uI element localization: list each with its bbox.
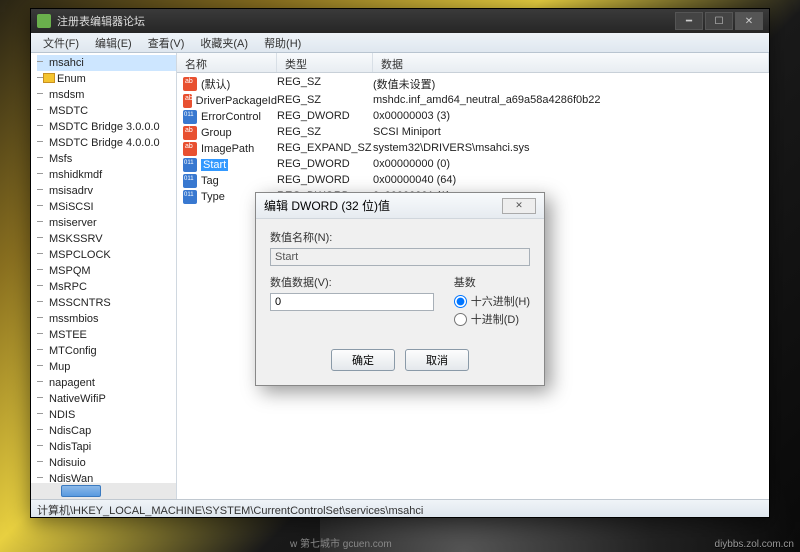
window-close-button[interactable]: ✕ bbox=[735, 12, 763, 30]
tree-scrollbar[interactable] bbox=[31, 483, 176, 499]
window-title: 注册表编辑器论坛 bbox=[57, 13, 145, 29]
watermark-2: w 第七城市 gcuen.com bbox=[290, 535, 392, 550]
menu-file[interactable]: 文件(F) bbox=[35, 33, 87, 52]
menu-edit[interactable]: 编辑(E) bbox=[87, 33, 140, 52]
tree-item[interactable]: MSTEE bbox=[37, 327, 176, 343]
list-header[interactable]: 名称 类型 数据 bbox=[177, 53, 769, 73]
tree-item[interactable]: MSDTC bbox=[37, 103, 176, 119]
minimize-button[interactable]: ━ bbox=[675, 12, 703, 30]
value-row[interactable]: ErrorControlREG_DWORD0x00000003 (3) bbox=[177, 109, 769, 125]
titlebar[interactable]: 注册表编辑器论坛 ━ ☐ ✕ bbox=[31, 9, 769, 33]
value-name-label: 数值名称(N): bbox=[270, 229, 530, 245]
maximize-button[interactable]: ☐ bbox=[705, 12, 733, 30]
tree-item[interactable]: MsRPC bbox=[37, 279, 176, 295]
value-name-field bbox=[270, 248, 530, 266]
registry-tree[interactable]: msahciEnummsdsmMSDTCMSDTC Bridge 3.0.0.0… bbox=[31, 53, 177, 499]
menu-view[interactable]: 查看(V) bbox=[140, 33, 193, 52]
value-row[interactable]: GroupREG_SZSCSI Miniport bbox=[177, 125, 769, 141]
tree-item[interactable]: MSDTC Bridge 3.0.0.0 bbox=[37, 119, 176, 135]
tree-item[interactable]: NativeWifiP bbox=[37, 391, 176, 407]
tree-item[interactable]: NdisTapi bbox=[37, 439, 176, 455]
tree-item[interactable]: napagent bbox=[37, 375, 176, 391]
col-name[interactable]: 名称 bbox=[177, 53, 277, 72]
tree-item[interactable]: mshidkmdf bbox=[37, 167, 176, 183]
value-row[interactable]: TagREG_DWORD0x00000040 (64) bbox=[177, 173, 769, 189]
watermark: diybbs.zol.com.cn bbox=[715, 539, 794, 550]
menu-help[interactable]: 帮助(H) bbox=[256, 33, 309, 52]
tree-item[interactable]: msdsm bbox=[37, 87, 176, 103]
menubar: 文件(F) 编辑(E) 查看(V) 收藏夹(A) 帮助(H) bbox=[31, 33, 769, 53]
dword-icon bbox=[183, 158, 197, 172]
col-type[interactable]: 类型 bbox=[277, 53, 373, 72]
tree-item[interactable]: NDIS bbox=[37, 407, 176, 423]
radio-dec[interactable]: 十进制(D) bbox=[454, 311, 530, 327]
menu-favorites[interactable]: 收藏夹(A) bbox=[192, 33, 256, 52]
dword-icon bbox=[183, 190, 197, 204]
string-icon bbox=[183, 142, 197, 156]
tree-item[interactable]: Enum bbox=[37, 71, 176, 87]
tree-item[interactable]: Mup bbox=[37, 359, 176, 375]
dword-icon bbox=[183, 110, 197, 124]
tree-item[interactable]: msisadrv bbox=[37, 183, 176, 199]
tree-item[interactable]: MSKSSRV bbox=[37, 231, 176, 247]
value-row[interactable]: ImagePathREG_EXPAND_SZsystem32\DRIVERS\m… bbox=[177, 141, 769, 157]
tree-item[interactable]: MSiSCSI bbox=[37, 199, 176, 215]
value-data-label: 数值数据(V): bbox=[270, 274, 434, 290]
dialog-close-button[interactable]: ✕ bbox=[502, 198, 536, 214]
tree-item[interactable]: msahci bbox=[37, 55, 176, 71]
radio-hex[interactable]: 十六进制(H) bbox=[454, 293, 530, 309]
app-icon bbox=[37, 14, 51, 28]
tree-item[interactable]: NdisCap bbox=[37, 423, 176, 439]
string-icon bbox=[183, 94, 192, 108]
dialog-title: 编辑 DWORD (32 位)值 bbox=[264, 197, 390, 214]
string-icon bbox=[183, 77, 197, 91]
value-row[interactable]: StartREG_DWORD0x00000000 (0) bbox=[177, 157, 769, 173]
base-label: 基数 bbox=[454, 274, 530, 290]
string-icon bbox=[183, 126, 197, 140]
edit-dword-dialog: 编辑 DWORD (32 位)值 ✕ 数值名称(N): 数值数据(V): 基数 … bbox=[255, 192, 545, 386]
cancel-button[interactable]: 取消 bbox=[405, 349, 469, 371]
tree-item[interactable]: mssmbios bbox=[37, 311, 176, 327]
tree-item[interactable]: Msfs bbox=[37, 151, 176, 167]
col-data[interactable]: 数据 bbox=[373, 53, 769, 72]
tree-item[interactable]: Ndisuio bbox=[37, 455, 176, 471]
tree-item[interactable]: MSPQM bbox=[37, 263, 176, 279]
value-row[interactable]: DriverPackageIdREG_SZmshdc.inf_amd64_neu… bbox=[177, 93, 769, 109]
statusbar: 计算机\HKEY_LOCAL_MACHINE\SYSTEM\CurrentCon… bbox=[31, 499, 769, 517]
tree-item[interactable]: MSDTC Bridge 4.0.0.0 bbox=[37, 135, 176, 151]
tree-item[interactable]: msiserver bbox=[37, 215, 176, 231]
tree-item[interactable]: MSSCNTRS bbox=[37, 295, 176, 311]
value-row[interactable]: (默认)REG_SZ(数值未设置) bbox=[177, 75, 769, 93]
ok-button[interactable]: 确定 bbox=[331, 349, 395, 371]
dialog-titlebar[interactable]: 编辑 DWORD (32 位)值 ✕ bbox=[256, 193, 544, 219]
tree-item[interactable]: MTConfig bbox=[37, 343, 176, 359]
tree-item[interactable]: MSPCLOCK bbox=[37, 247, 176, 263]
value-data-field[interactable] bbox=[270, 293, 434, 311]
dword-icon bbox=[183, 174, 197, 188]
